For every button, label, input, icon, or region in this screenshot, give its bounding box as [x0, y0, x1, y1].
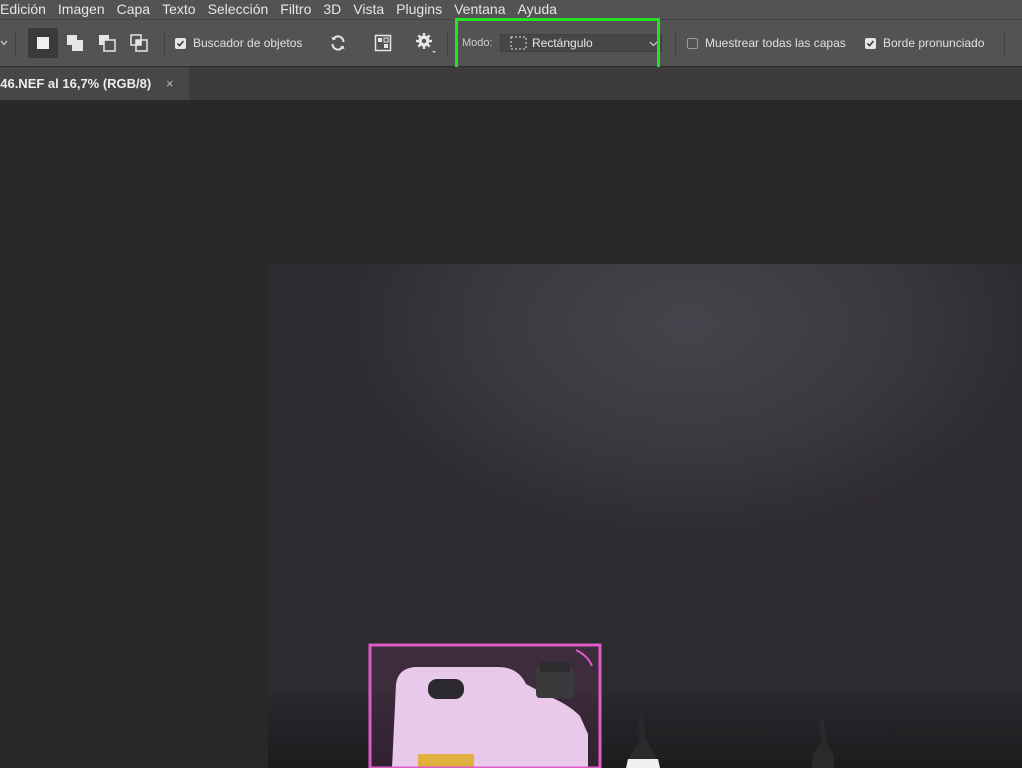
new-selection-icon [37, 37, 49, 49]
checkbox-unchecked-icon [687, 37, 698, 49]
gear-icon [416, 33, 436, 53]
options-bar: Buscador de objetos Modo: Rectángulo Mue… [0, 19, 1022, 67]
add-to-selection-button[interactable] [60, 28, 90, 58]
refresh-button[interactable] [329, 20, 347, 66]
menu-bar: Edición Imagen Capa Texto Selección Filt… [0, 0, 1022, 19]
settings-button[interactable] [415, 20, 437, 66]
menu-imagen[interactable]: Imagen [58, 0, 105, 19]
checkbox-checked-icon [175, 37, 186, 49]
object-overlay-icon [374, 34, 392, 52]
checkbox-checked-icon [865, 37, 876, 49]
chevron-down-icon [0, 40, 8, 46]
object-finder-label: Buscador de objetos [193, 36, 303, 50]
mode-select[interactable]: Rectángulo [500, 34, 662, 52]
document-tab-bar: 346.NEF al 16,7% (RGB/8) × [0, 67, 1022, 101]
hard-edge-label: Borde pronunciado [883, 36, 985, 50]
sample-all-layers-label: Muestrear todas las capas [705, 36, 846, 50]
mode-value: Rectángulo [532, 36, 593, 50]
menu-capa[interactable]: Capa [117, 0, 150, 19]
object-finder-checkbox[interactable]: Buscador de objetos [175, 20, 302, 66]
add-selection-icon [67, 35, 83, 51]
menu-ventana[interactable]: Ventana [454, 0, 505, 19]
subtract-selection-icon [99, 35, 116, 52]
close-icon[interactable]: × [166, 76, 174, 91]
menu-filtro[interactable]: Filtro [280, 0, 311, 19]
intersect-selection-button[interactable] [124, 28, 154, 58]
document-image[interactable] [268, 264, 1022, 768]
subtract-from-selection-button[interactable] [92, 28, 122, 58]
menu-plugins[interactable]: Plugins [396, 0, 442, 19]
menu-texto[interactable]: Texto [162, 0, 195, 19]
menu-edicion[interactable]: Edición [0, 0, 46, 19]
rectangle-marquee-icon [510, 36, 527, 50]
menu-ayuda[interactable]: Ayuda [517, 0, 556, 19]
show-all-objects-button[interactable] [374, 20, 392, 66]
sample-all-layers-checkbox[interactable]: Muestrear todas las capas [687, 20, 846, 66]
refresh-icon [331, 35, 345, 51]
menu-vista[interactable]: Vista [353, 0, 384, 19]
menu-seleccion[interactable]: Selección [208, 0, 269, 19]
document-tab-title: 346.NEF al 16,7% (RGB/8) [0, 76, 152, 91]
hard-edge-checkbox[interactable]: Borde pronunciado [865, 20, 984, 66]
menu-3d[interactable]: 3D [323, 0, 341, 19]
tool-preset-dropdown[interactable] [0, 20, 8, 66]
mode-label: Modo: [462, 37, 493, 49]
chevron-down-icon [649, 41, 658, 47]
document-tab[interactable]: 346.NEF al 16,7% (RGB/8) × [0, 67, 189, 100]
product-photo [368, 643, 834, 768]
intersect-selection-icon [130, 34, 148, 52]
new-selection-button[interactable] [28, 28, 58, 58]
